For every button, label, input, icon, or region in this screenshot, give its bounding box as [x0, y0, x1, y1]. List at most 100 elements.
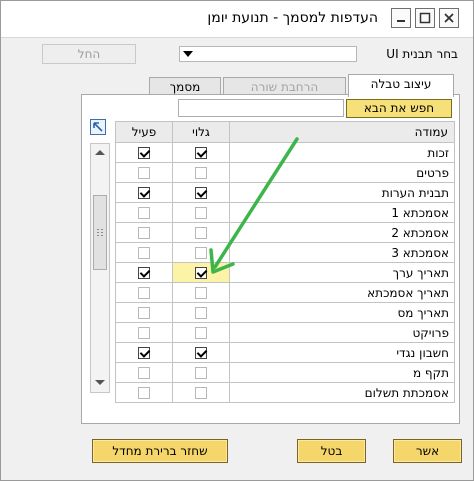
visible-cell[interactable] [172, 182, 230, 203]
column-name: זכות [229, 142, 455, 163]
active-cell[interactable] [115, 302, 173, 323]
visible-checkbox[interactable] [195, 227, 207, 239]
active-cell[interactable] [115, 222, 173, 243]
header-active[interactable]: פעיל [115, 121, 173, 143]
visible-cell[interactable] [172, 322, 230, 343]
table-row[interactable]: אסמכתא 2 [115, 222, 455, 243]
header-column[interactable]: עמודה [229, 121, 455, 143]
active-cell[interactable] [115, 382, 173, 403]
maximize-button[interactable] [415, 8, 435, 28]
visible-cell[interactable] [172, 222, 230, 243]
active-checkbox[interactable] [138, 347, 150, 359]
table-row[interactable]: תאריך ערך [115, 262, 455, 283]
cancel-button[interactable]: בטל [297, 439, 366, 463]
column-name: תאריך אסמכתא [229, 282, 455, 303]
template-label: בחר תבנית UI [386, 47, 458, 61]
visible-cell[interactable] [172, 162, 230, 183]
table-row[interactable]: תאריך אסמכתא [115, 282, 455, 303]
find-next-button[interactable]: חפש את הבא [346, 99, 452, 118]
active-cell[interactable] [115, 242, 173, 263]
scroll-up-icon[interactable] [94, 148, 106, 156]
active-checkbox[interactable] [138, 367, 150, 379]
table-row[interactable]: אסמכתא 1 [115, 202, 455, 223]
active-checkbox[interactable] [138, 227, 150, 239]
column-name: חשבון נגדי [229, 342, 455, 363]
visible-checkbox[interactable] [195, 247, 207, 259]
visible-cell[interactable] [172, 202, 230, 223]
chevron-down-icon [183, 51, 193, 57]
columns-grid: פעיל גלוי עמודה זכות פרטים תבנית הערות אסמכ… [115, 121, 455, 403]
active-checkbox[interactable] [138, 287, 150, 299]
table-row[interactable]: תאריך מס [115, 302, 455, 323]
ok-button[interactable]: אשר [393, 439, 462, 463]
active-checkbox[interactable] [138, 267, 150, 279]
table-row[interactable]: זכות [115, 142, 455, 163]
visible-cell[interactable] [172, 142, 230, 163]
visible-cell[interactable] [172, 342, 230, 363]
grid-scrollbar[interactable] [90, 143, 110, 393]
column-name: אסמכתא 3 [229, 242, 455, 263]
active-cell[interactable] [115, 142, 173, 163]
visible-cell[interactable] [172, 362, 230, 383]
visible-checkbox[interactable] [195, 307, 207, 319]
expand-corner-icon[interactable] [90, 119, 106, 135]
active-cell[interactable] [115, 262, 173, 283]
active-cell[interactable] [115, 282, 173, 303]
table-row[interactable]: פרויקט [115, 322, 455, 343]
close-button[interactable] [439, 8, 459, 28]
visible-cell[interactable] [172, 282, 230, 303]
search-input[interactable] [178, 99, 344, 117]
active-cell[interactable] [115, 162, 173, 183]
column-name: אסמכתא 1 [229, 202, 455, 223]
active-checkbox[interactable] [138, 387, 150, 399]
visible-checkbox[interactable] [195, 207, 207, 219]
table-row[interactable]: תקף מ [115, 362, 455, 383]
table-row[interactable]: פרטים [115, 162, 455, 183]
reset-defaults-button[interactable]: שחזר ברירת מחדל [92, 439, 228, 463]
visible-checkbox[interactable] [195, 387, 207, 399]
active-checkbox[interactable] [138, 207, 150, 219]
scroll-down-icon[interactable] [94, 379, 106, 387]
active-checkbox[interactable] [138, 327, 150, 339]
grid-header-row: פעיל גלוי עמודה [115, 121, 455, 143]
table-row[interactable]: חשבון נגדי [115, 342, 455, 363]
active-checkbox[interactable] [138, 247, 150, 259]
active-cell[interactable] [115, 202, 173, 223]
column-name: אסמכתת תשלום [229, 382, 455, 403]
visible-checkbox[interactable] [195, 347, 207, 359]
visible-checkbox[interactable] [195, 167, 207, 179]
tab-table-design[interactable]: עיצוב טבלה [348, 74, 454, 97]
visible-cell[interactable] [172, 262, 230, 283]
column-name: תקף מ [229, 362, 455, 383]
active-checkbox[interactable] [138, 187, 150, 199]
table-row[interactable]: אסמכתא 3 [115, 242, 455, 263]
column-name: פרטים [229, 162, 455, 183]
header-visible[interactable]: גלוי [172, 121, 230, 143]
window-title: העדפות למסמך - תנועת יומן [207, 10, 378, 26]
table-row[interactable]: תבנית הערות [115, 182, 455, 203]
template-select[interactable] [179, 46, 357, 62]
active-checkbox[interactable] [138, 167, 150, 179]
visible-checkbox[interactable] [195, 187, 207, 199]
close-icon [444, 13, 454, 23]
table-row[interactable]: אסמכתת תשלום [115, 382, 455, 403]
visible-checkbox[interactable] [195, 367, 207, 379]
active-cell[interactable] [115, 182, 173, 203]
minimize-button[interactable] [391, 8, 411, 28]
active-checkbox[interactable] [138, 307, 150, 319]
scrollbar-thumb[interactable] [93, 195, 107, 270]
column-name: תאריך מס [229, 302, 455, 323]
visible-checkbox[interactable] [195, 267, 207, 279]
visible-cell[interactable] [172, 302, 230, 323]
active-cell[interactable] [115, 362, 173, 383]
active-cell[interactable] [115, 322, 173, 343]
visible-checkbox[interactable] [195, 327, 207, 339]
title-bar[interactable]: העדפות למסמך - תנועת יומן [1, 1, 473, 38]
active-cell[interactable] [115, 342, 173, 363]
apply-button[interactable]: החל [42, 44, 136, 64]
active-checkbox[interactable] [138, 147, 150, 159]
visible-checkbox[interactable] [195, 147, 207, 159]
visible-checkbox[interactable] [195, 287, 207, 299]
visible-cell[interactable] [172, 382, 230, 403]
visible-cell[interactable] [172, 242, 230, 263]
